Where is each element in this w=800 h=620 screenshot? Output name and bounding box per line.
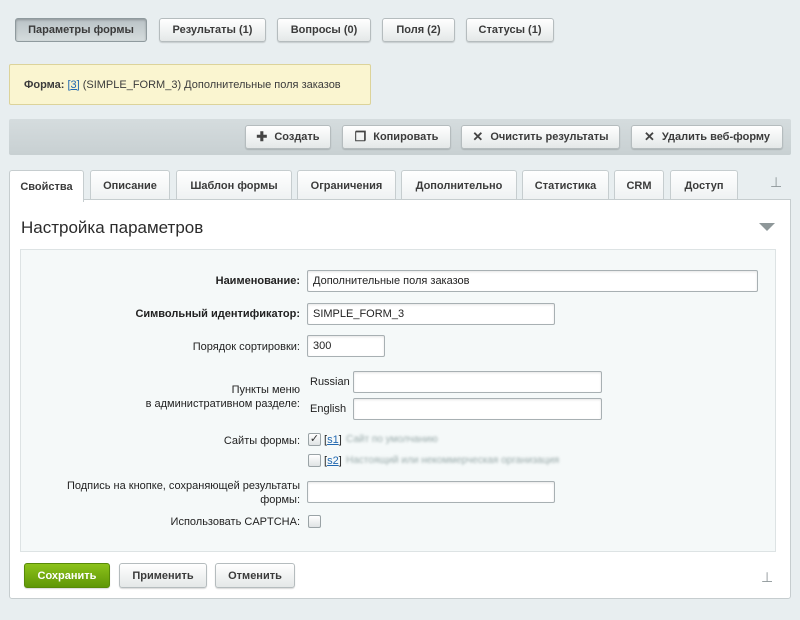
save-button[interactable]: Сохранить [24,563,110,588]
captcha-label: Использовать CAPTCHA: [170,516,300,528]
copy-icon: ❐ [354,129,367,144]
site1-checkbox[interactable]: ✓ [308,433,321,446]
tab-questions[interactable]: Вопросы (0) [277,18,371,42]
button-caption-label-line1: Подпись на кнопке, сохраняющей результат… [66,480,300,492]
site1-entry: [s1] [324,434,342,446]
clear-results-button[interactable]: ✕ Очистить результаты [461,125,620,149]
notice-text: (SIMPLE_FORM_3) Дополнительные поля зака… [82,78,341,91]
menu-russian-input[interactable] [353,371,602,393]
cancel-button[interactable]: Отменить [215,563,295,588]
delete-label: Удалить веб-форму [661,131,771,143]
create-label: Создать [274,131,320,143]
tab-description[interactable]: Описание [90,170,170,200]
notice-label: Форма: [24,78,65,91]
menu-english-input[interactable] [353,398,602,420]
tab-additional[interactable]: Дополнительно [401,170,517,200]
apply-button[interactable]: Применить [119,563,207,588]
tab-statuses[interactable]: Статусы (1) [466,18,554,42]
tab-form-template[interactable]: Шаблон формы [176,170,292,200]
button-caption-label-line2: формы: [260,494,300,506]
site1-name: Сайт по умолчанию [346,434,438,445]
panel-title: Настройка параметров [21,218,204,237]
site2-link[interactable]: s2 [327,455,339,467]
tab-results[interactable]: Результаты (1) [159,18,266,42]
sid-label: Символьный идентификатор: [135,308,300,320]
menu-lang-english: English [310,403,347,415]
site2-entry: [s2] [324,455,342,467]
collapse-arrow-icon[interactable] [759,223,775,231]
tab-restrictions[interactable]: Ограничения [297,170,396,200]
tab-access[interactable]: Доступ [670,170,738,200]
site1-link[interactable]: s1 [327,434,339,446]
clear-label: Очистить результаты [490,131,609,143]
plus-icon: ✚ [256,129,268,144]
tab-fields[interactable]: Поля (2) [382,18,455,42]
menu-label-line1: Пункты меню [231,384,300,396]
pin-icon[interactable]: ⊥ [761,569,773,586]
captcha-checkbox[interactable] [308,515,321,528]
close-icon: ✕ [472,129,484,144]
create-button[interactable]: ✚ Создать [245,125,331,149]
sort-label: Порядок сортировки: [192,341,300,353]
copy-label: Копировать [373,131,439,143]
sites-label: Сайты формы: [223,435,300,447]
name-input[interactable] [307,270,758,292]
button-caption-input[interactable] [307,481,555,503]
copy-button[interactable]: ❐ Копировать [342,125,451,149]
pin-icon[interactable]: ⊥ [770,174,782,191]
menu-label-line2: в административном разделе: [145,398,300,410]
form-info-notice: Форма: [3] (SIMPLE_FORM_3) Дополнительны… [9,64,371,105]
tab-properties[interactable]: Свойства [9,170,84,202]
site2-name: Настоящий или некоммерческая организация [346,455,560,466]
tab-form-params[interactable]: Параметры формы [15,18,147,42]
name-label: Наименование: [215,275,300,287]
form-id-link[interactable]: [3] [67,79,79,91]
tab-statistics[interactable]: Статистика [522,170,609,200]
sid-input[interactable] [307,303,555,325]
sort-input[interactable] [307,335,385,357]
tab-crm[interactable]: CRM [614,170,664,200]
menu-lang-russian: Russian [310,376,350,388]
close-icon: ✕ [643,129,655,144]
site2-checkbox[interactable] [308,454,321,467]
delete-form-button[interactable]: ✕ Удалить веб-форму [631,125,783,149]
